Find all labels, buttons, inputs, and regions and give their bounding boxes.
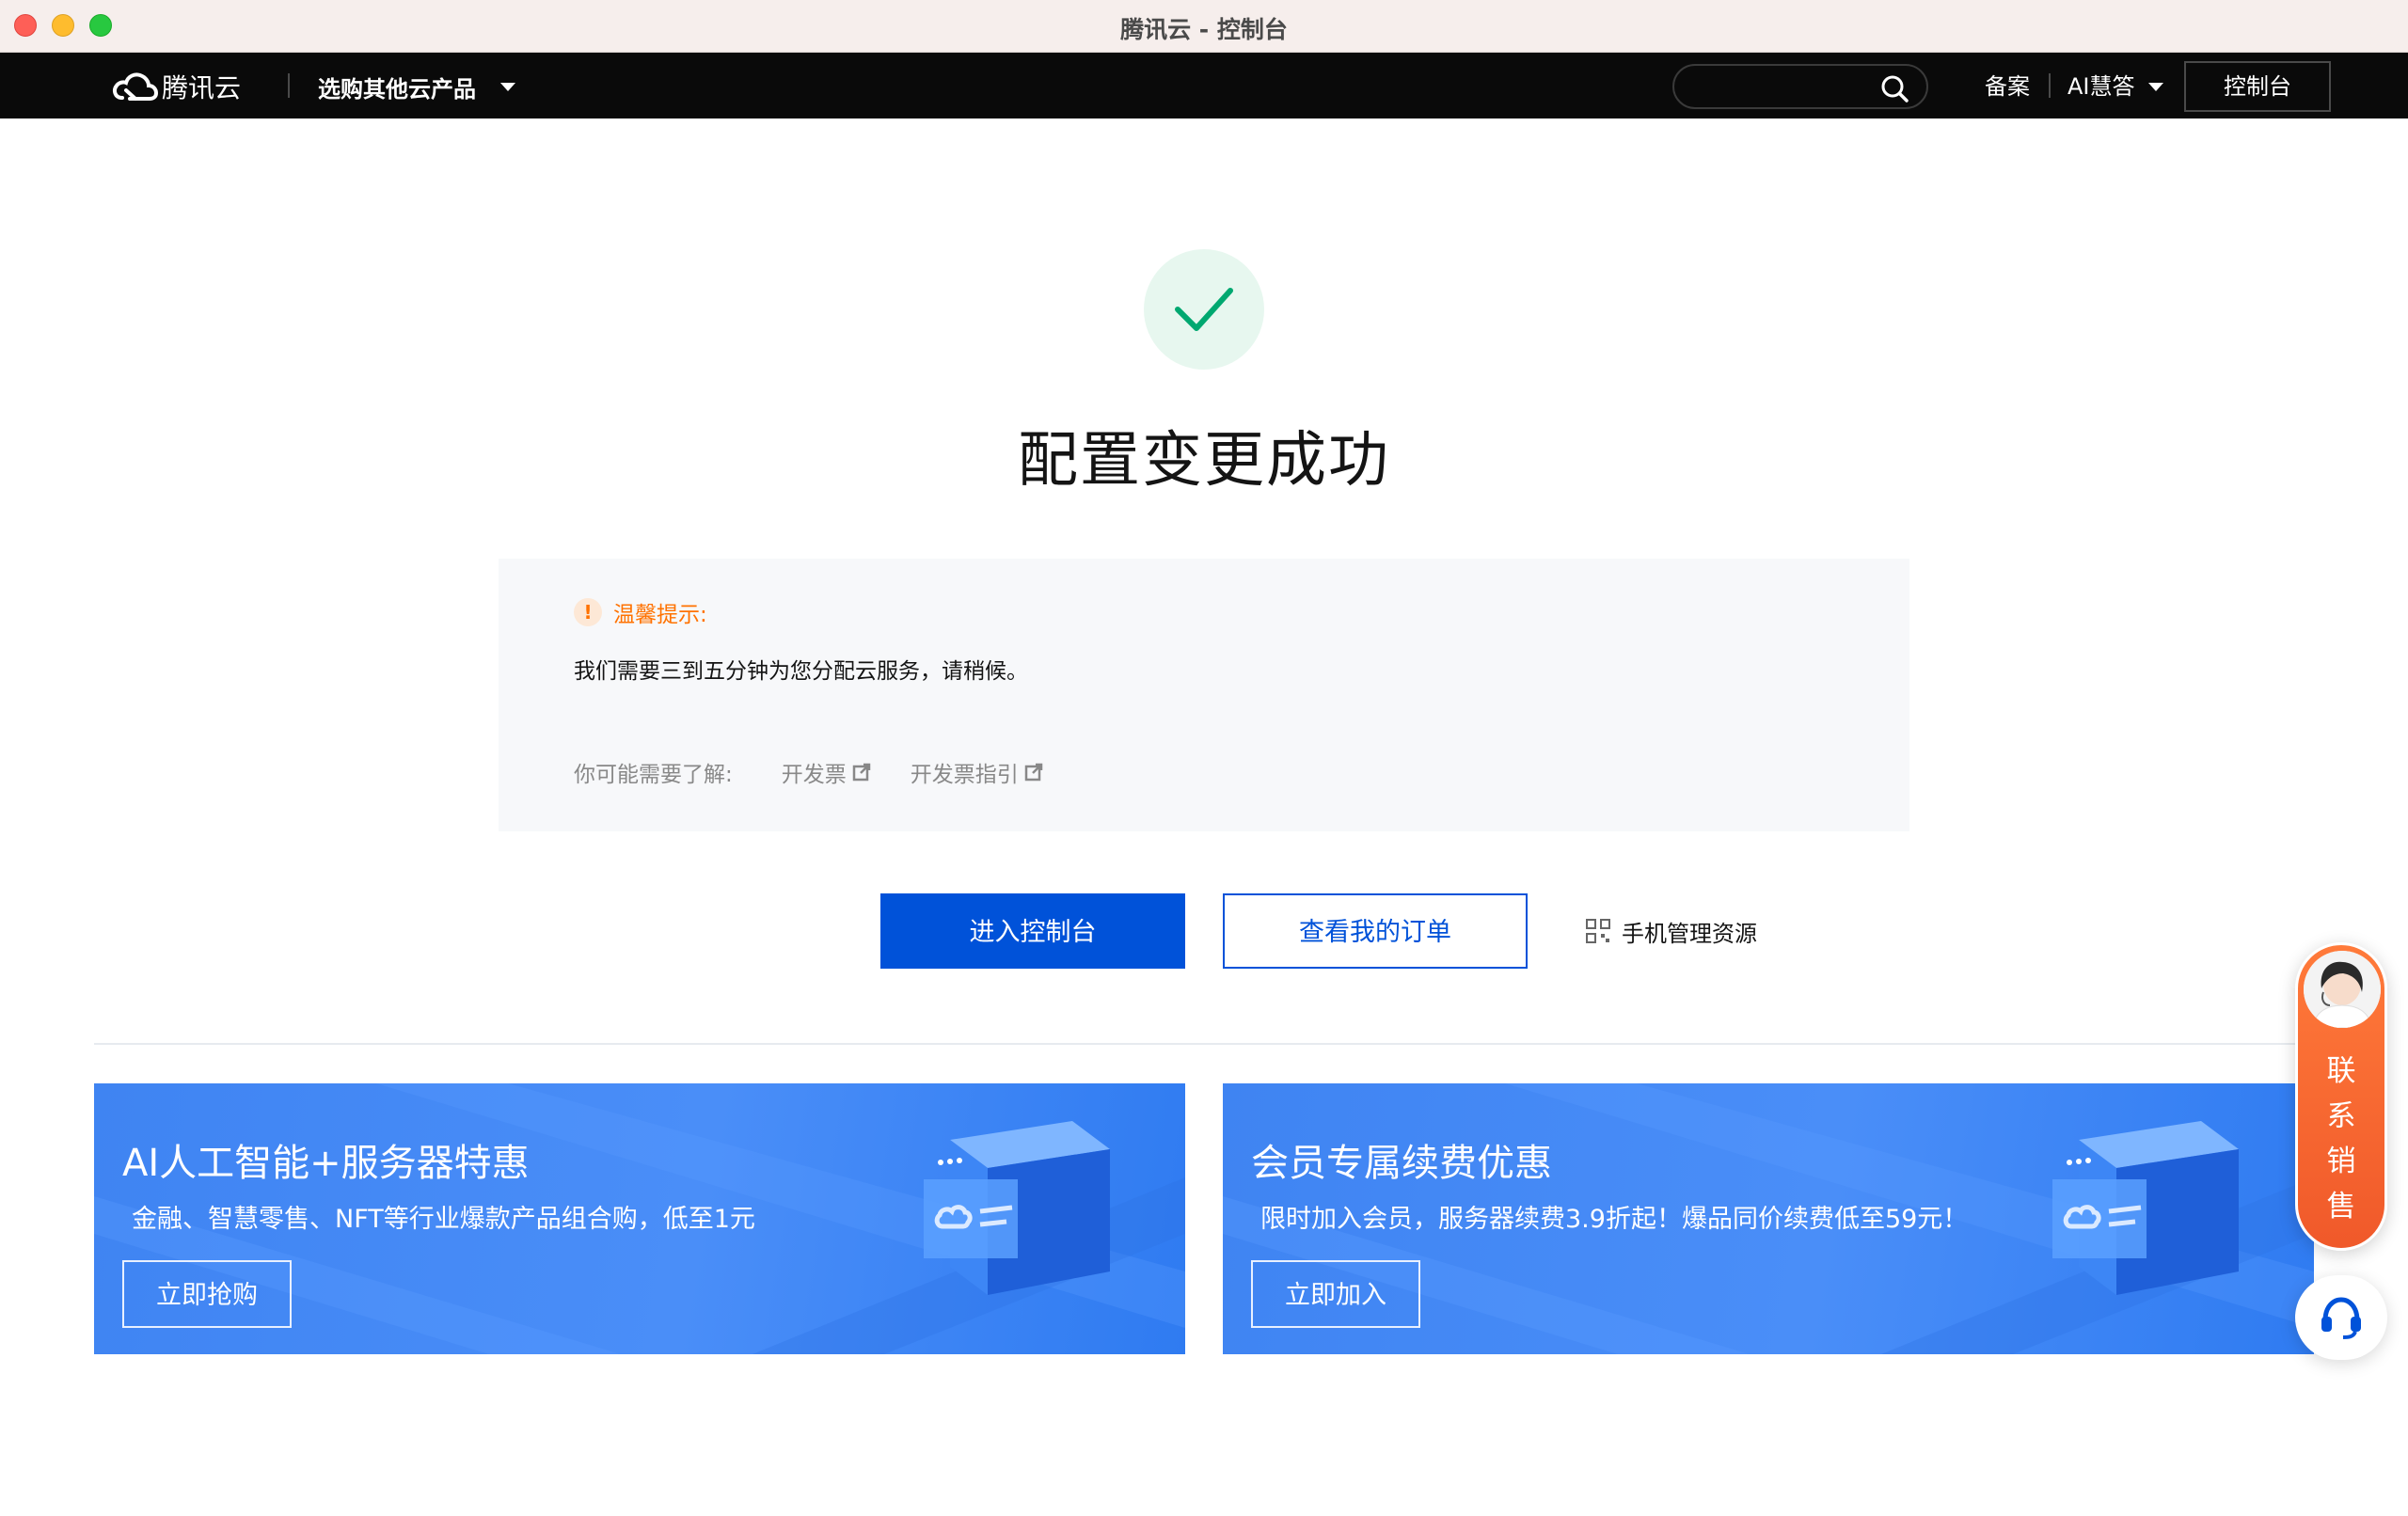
banner-title: AI人工智能+服务器特惠: [122, 1142, 530, 1185]
product-menu-dropdown[interactable]: 选购其他云产品: [318, 68, 515, 105]
agent-avatar-icon: [2304, 951, 2381, 1028]
banner-title: 会员专属续费优惠: [1251, 1142, 1552, 1185]
window-title: 腾讯云 - 控制台: [1120, 16, 1288, 43]
invoice-guide-link[interactable]: 开发票指引: [911, 756, 1043, 788]
tip-header: ! 温馨提示:: [574, 596, 707, 628]
banner-subtitle: 限时加入会员，服务器续费3.9折起！爆品同价续费低至59元！: [1260, 1205, 1969, 1234]
promo-banner-member[interactable]: 会员专属续费优惠 限时加入会员，服务器续费3.9折起！爆品同价续费低至59元！ …: [1223, 1083, 2314, 1354]
success-badge: [1144, 249, 1264, 370]
buy-now-button[interactable]: 立即抢购: [122, 1260, 292, 1328]
promo-banner-ai[interactable]: AI人工智能+服务器特惠 金融、智慧零售、NFT等行业爆款产品组合购，低至1元 …: [94, 1083, 1185, 1354]
contact-char: 系: [2326, 1099, 2356, 1133]
qr-code-icon: [1586, 919, 1610, 943]
search-box[interactable]: [1672, 64, 1928, 109]
tip-title: 温馨提示:: [613, 603, 707, 627]
external-link-icon: [1024, 763, 1042, 782]
view-orders-button[interactable]: 查看我的订单: [1223, 893, 1528, 969]
cloud-server-illustration: [2052, 1121, 2239, 1295]
window-titlebar: 腾讯云 - 控制台: [0, 0, 2408, 53]
nav-divider: [2049, 73, 2051, 98]
chevron-down-icon: [500, 82, 515, 91]
cloud-server-illustration: [924, 1121, 1110, 1295]
beian-link[interactable]: 备案: [1985, 68, 2030, 105]
checkmark-icon: [1175, 288, 1233, 331]
chevron-down-icon: [2147, 82, 2163, 91]
invoice-guide-link-label: 开发票指引: [910, 763, 1019, 787]
external-link-icon: [852, 763, 870, 782]
invoice-link[interactable]: 开发票: [782, 756, 871, 788]
related-links: 你可能需要了解: 开发票 开发票指引: [574, 756, 1043, 788]
mobile-manage-label: 手机管理资源: [1622, 920, 1757, 947]
console-button[interactable]: 控制台: [2184, 61, 2331, 112]
tip-panel: ! 温馨提示: 我们需要三到五分钟为您分配云服务，请稍候。 你可能需要了解: 开…: [499, 559, 1909, 831]
ai-answer-label: AI慧答: [2067, 73, 2135, 100]
contact-char: 联: [2326, 1054, 2356, 1088]
tip-message: 我们需要三到五分钟为您分配云服务，请稍候。: [574, 659, 1028, 684]
contact-char: 售: [2326, 1190, 2356, 1224]
customer-support-button[interactable]: [2295, 1275, 2387, 1360]
headset-icon: [2321, 1297, 2361, 1339]
warning-icon: !: [574, 598, 602, 626]
product-menu-label: 选购其他云产品: [318, 75, 476, 103]
join-now-button[interactable]: 立即加入: [1251, 1260, 1420, 1328]
page-title: 配置变更成功: [1018, 426, 1390, 496]
banner-subtitle: 金融、智慧零售、NFT等行业爆款产品组合购，低至1元: [132, 1205, 755, 1234]
contact-sales-widget[interactable]: 联 系 销 售: [2295, 942, 2387, 1251]
invoice-link-label: 开发票: [781, 763, 847, 787]
section-divider: [94, 1043, 2314, 1045]
nav-divider: [288, 73, 290, 98]
enter-console-button[interactable]: 进入控制台: [880, 893, 1185, 969]
tencent-cloud-logo[interactable]: 腾讯云: [111, 68, 241, 105]
logo-text: 腾讯云: [162, 72, 242, 103]
sales-avatar: [2304, 951, 2381, 1028]
search-icon[interactable]: [1881, 75, 1909, 103]
ai-answer-dropdown[interactable]: AI慧答: [2067, 68, 2163, 105]
contact-sales-label: 联 系 销 售: [2298, 1049, 2384, 1229]
cloud-logo-icon: [113, 72, 158, 101]
mobile-manage-link[interactable]: 手机管理资源: [1586, 912, 1757, 950]
search-input[interactable]: [1689, 73, 1859, 100]
top-navbar: 腾讯云 选购其他云产品 备案 AI慧答 控制台: [0, 53, 2408, 118]
related-links-label: 你可能需要了解:: [574, 763, 733, 787]
contact-char: 销: [2326, 1145, 2356, 1178]
